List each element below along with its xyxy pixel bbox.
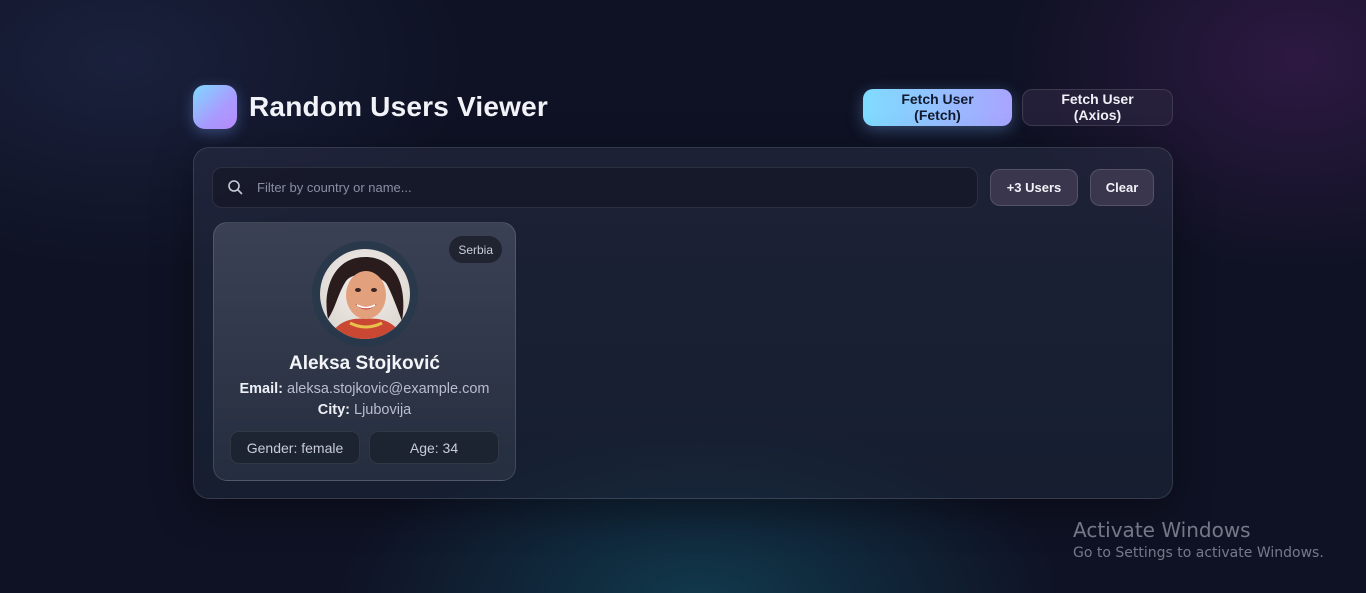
search-input[interactable] (257, 179, 977, 195)
app-logo (193, 85, 237, 129)
page-title: Random Users Viewer (249, 91, 548, 122)
clear-button[interactable]: Clear (1090, 168, 1154, 206)
users-panel: +3 Users Clear Serbia (193, 147, 1173, 499)
country-badge: Serbia (449, 236, 502, 263)
fetch-user-fetch-button[interactable]: Fetch User (Fetch) (863, 88, 1012, 126)
email-label: Email: (239, 381, 283, 397)
toolbar: +3 Users Clear (212, 166, 1154, 208)
user-email-line: Email: aleksa.stojkovic@example.com (214, 381, 515, 397)
add-users-button[interactable]: +3 Users (990, 168, 1078, 206)
user-name: Aleksa Stojković (288, 353, 441, 374)
age-chip: Age: 34 (369, 431, 499, 464)
windows-activation-watermark: Activate Windows Go to Settings to activ… (1073, 518, 1324, 561)
header-actions: Fetch User (Fetch) Fetch User (Axios) (863, 88, 1173, 126)
city-label: City: (317, 402, 350, 418)
search-box[interactable] (212, 166, 978, 208)
brand: Random Users Viewer (193, 85, 548, 129)
user-city: Ljubovija (354, 402, 412, 418)
watermark-title: Activate Windows (1073, 518, 1251, 542)
user-card: Serbia Aleksa Stojković Email: aleksa.st… (213, 222, 516, 481)
user-city-line: City: Ljubovija (214, 402, 515, 418)
search-icon (228, 180, 243, 195)
avatar-ring (312, 241, 418, 347)
gender-chip: Gender: female (230, 431, 360, 464)
user-chips: Gender: female Age: 34 (230, 431, 499, 464)
app-header: Random Users Viewer Fetch User (Fetch) F… (193, 85, 1173, 129)
user-email: aleksa.stojkovic@example.com (287, 381, 490, 397)
watermark-subtitle: Go to Settings to activate Windows. (1073, 545, 1324, 561)
avatar (320, 249, 410, 339)
fetch-user-axios-button[interactable]: Fetch User (Axios) (1022, 88, 1173, 126)
